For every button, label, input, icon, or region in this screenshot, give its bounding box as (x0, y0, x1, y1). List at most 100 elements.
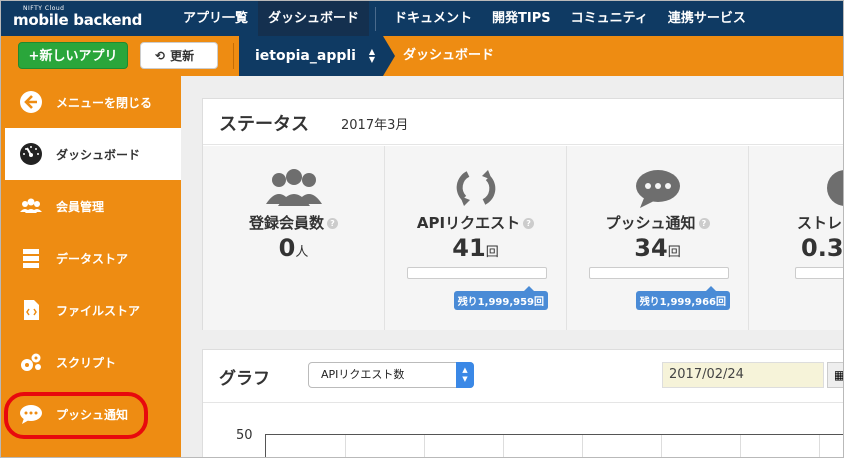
help-icon[interactable]: ? (523, 218, 535, 229)
back-arrow-icon (20, 91, 42, 113)
help-icon[interactable]: ? (327, 218, 338, 229)
usage-bar (407, 267, 547, 279)
sidebar-item-close-menu[interactable]: メニューを閉じる (1, 76, 181, 128)
stat-value: 0人 (203, 234, 384, 262)
breadcrumb-current: ダッシュボード (403, 48, 495, 63)
main-nav: アプリ一覧 ダッシュボード ドキュメント 開発TIPS コミュニティ 連携サービ… (173, 1, 756, 36)
stat-unit: 回 (667, 245, 681, 260)
sidebar-item-dashboard[interactable]: ダッシュボード (1, 128, 181, 180)
nav-documents[interactable]: ドキュメント (384, 1, 482, 36)
app-selector[interactable]: ietopia_appli ▲ ▼ (239, 36, 383, 76)
stat-api-requests: APIリクエスト? 41回 残り1,999,959回 (385, 146, 567, 330)
nav-tips[interactable]: 開発TIPS (482, 1, 561, 36)
stat-value-number: 41 (452, 234, 486, 262)
logo-text: mobile backend (13, 11, 143, 29)
stat-name-text: プッシュ通知 (605, 214, 696, 232)
graph-title: グラフ (219, 369, 270, 389)
sidebar-item-datastore[interactable]: データストア (1, 232, 181, 284)
grid-line (345, 435, 346, 457)
stat-name: APIリクエスト? (385, 212, 566, 233)
file-icon (24, 300, 39, 320)
sidebar-item-script[interactable]: スクリプト (1, 336, 181, 388)
refresh-cycle-icon (456, 170, 495, 206)
chat-bubble-icon (635, 170, 680, 208)
sidebar-item-filestore[interactable]: ファイルストア (1, 284, 181, 336)
users-icon (20, 198, 42, 213)
stat-value: 41回 (385, 234, 566, 262)
grid-line (819, 435, 820, 457)
stat-name-text: APIリクエスト (416, 214, 521, 232)
sidebar-item-label: ファイルストア (56, 304, 141, 318)
sidebar-item-label: データストア (56, 252, 129, 266)
users-icon (265, 169, 322, 206)
stat-name: ストレ (797, 212, 843, 233)
grid-line (582, 435, 583, 457)
status-date: 2017年3月 (341, 118, 409, 133)
stat-unit: 回 (485, 245, 499, 260)
graph-plot-area (265, 434, 843, 457)
grid-line (740, 435, 741, 457)
nav-divider (375, 7, 377, 31)
stat-unit: 人 (295, 245, 309, 260)
nav-integrations[interactable]: 連携サービス (658, 1, 756, 36)
pie-chart-icon (827, 170, 843, 206)
stat-name-text: 登録会員数 (248, 214, 324, 232)
sidebar-item-label: メニューを閉じる (56, 96, 153, 110)
stat-name: プッシュ通知? (567, 212, 748, 233)
stats-row: 登録会員数? 0人 APIリクエスト? 41回 残り1,999,959回 プッシ… (203, 146, 844, 330)
top-navbar: NIFTY Cloud mobile backend アプリ一覧 ダッシュボード… (1, 1, 843, 36)
status-header: ステータス 2017年3月 (203, 99, 843, 145)
nav-dashboard[interactable]: ダッシュボード (258, 1, 370, 36)
database-icon (23, 249, 39, 268)
main-content: ステータス 2017年3月 登録会員数? 0人 APIリクエスト ? 41回 残… (181, 76, 844, 457)
graph-panel: グラフ APIリクエスト数 ▲▼ 2017/02/24 ▦ 50 (202, 349, 843, 457)
graph-divider (203, 402, 843, 403)
calendar-icon[interactable]: ▦ (827, 362, 843, 388)
refresh-button[interactable]: ⟲ 更新 (140, 42, 218, 69)
dashboard-gauge-icon (20, 143, 42, 165)
refresh-icon: ⟲ (155, 49, 166, 63)
grid-line (424, 435, 425, 457)
grid-line (503, 435, 504, 457)
remaining-badge: 残り1,999,959回 (453, 286, 548, 310)
status-title: ステータス (219, 114, 309, 135)
refresh-label: 更新 (170, 49, 195, 63)
stat-push: プッシュ通知? 34回 残り1,999,966回 (567, 146, 749, 330)
stat-value-number: 0.3 (801, 234, 844, 262)
stat-value-number: 0 (278, 234, 296, 262)
gears-icon (21, 353, 41, 371)
sidebar-item-label: ダッシュボード (56, 148, 141, 162)
y-axis-tick: 50 (236, 428, 253, 443)
stat-name: 登録会員数? (203, 212, 384, 233)
new-app-button[interactable]: +新しいアプリ (18, 42, 128, 69)
stat-value-number: 34 (634, 234, 668, 262)
nav-community[interactable]: コミュニティ (561, 1, 658, 36)
app-name: ietopia_appli (255, 48, 356, 64)
logo[interactable]: NIFTY Cloud mobile backend (13, 5, 142, 29)
sidebar-item-label: 会員管理 (56, 200, 105, 214)
sidebar-item-label: スクリプト (56, 356, 117, 370)
highlight-annotation (4, 392, 148, 439)
graph-metric-select[interactable]: APIリクエスト数 ▲ ▼ (308, 362, 474, 388)
sidebar-item-members[interactable]: 会員管理 (1, 180, 181, 232)
nav-app-list[interactable]: アプリ一覧 (173, 1, 258, 36)
help-icon[interactable]: ? (698, 218, 710, 229)
usage-bar (795, 267, 843, 279)
select-arrows-icon: ▲ ▼ (368, 47, 375, 64)
app-toolbar: +新しいアプリ ⟲ 更新 ietopia_appli ▲ ▼ ダッシュボード (1, 36, 843, 76)
stat-storage: ストレ 0.3 (749, 146, 844, 330)
status-panel: ステータス 2017年3月 登録会員数? 0人 APIリクエスト ? 41回 残… (202, 98, 844, 330)
stat-value: 34回 (567, 234, 748, 262)
remaining-badge: 残り1,999,966回 (635, 286, 730, 310)
toolbar-divider (233, 43, 234, 69)
breadcrumb-arrow (383, 36, 395, 76)
app-window: NIFTY Cloud mobile backend アプリ一覧 ダッシュボード… (0, 0, 844, 458)
grid-line (661, 435, 662, 457)
stat-members: 登録会員数? 0人 (203, 146, 385, 330)
stat-name-text: ストレ (797, 214, 843, 232)
select-value: APIリクエスト数 (321, 368, 405, 381)
usage-bar (589, 267, 729, 279)
stat-value: 0.3 (801, 234, 844, 262)
date-input[interactable]: 2017/02/24 (662, 362, 824, 388)
chevron-up-down-icon: ▲ ▼ (456, 362, 474, 388)
